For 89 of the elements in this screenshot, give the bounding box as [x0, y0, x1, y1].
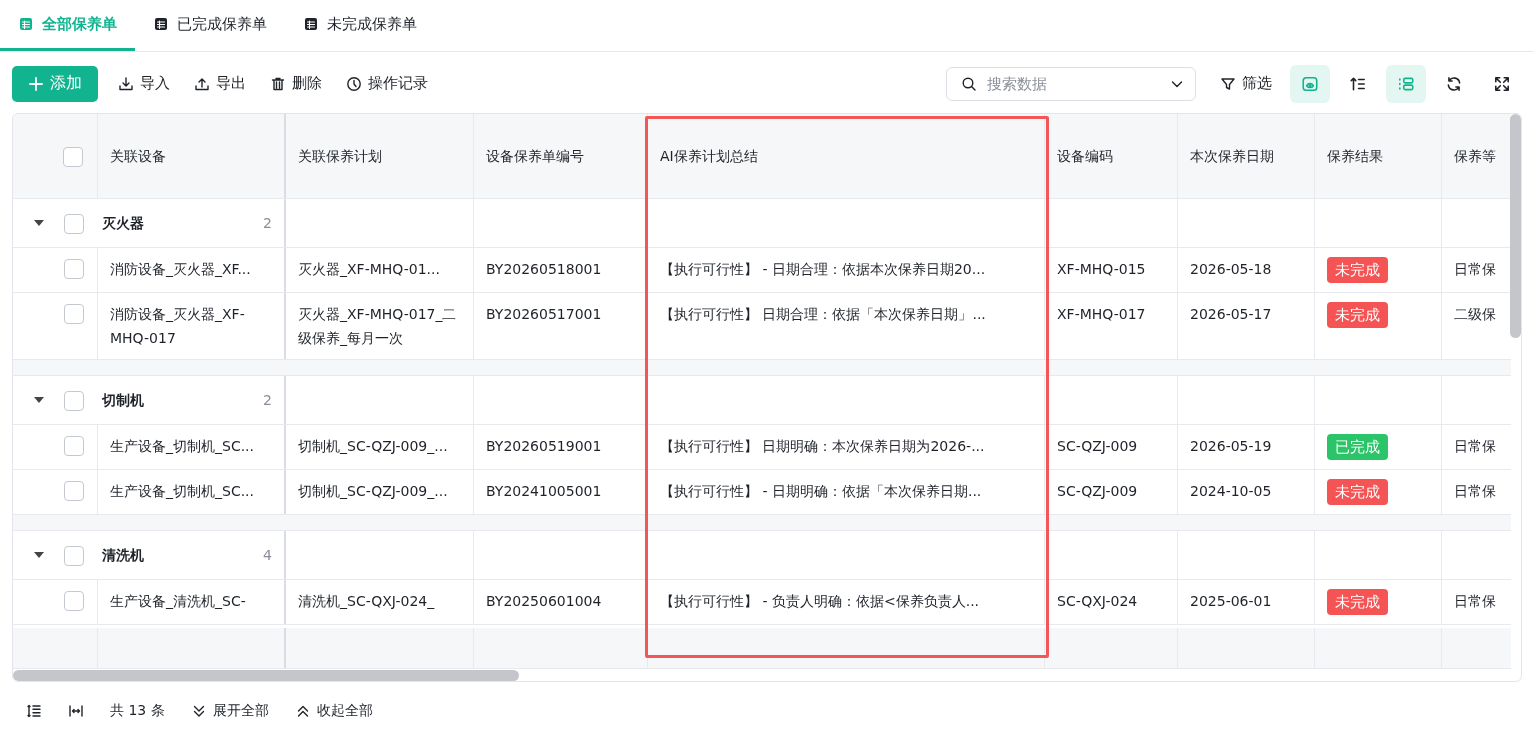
- table-cell: 生产设备_切制机_SC...: [98, 425, 286, 469]
- table-cell: BY20241005001: [474, 470, 648, 514]
- table-cell: 【执行可行性】 日期明确：本次保养日期为2026-...: [648, 425, 1045, 469]
- table-cell: 日常保: [1442, 425, 1511, 469]
- column-header[interactable]: 本次保养日期: [1178, 114, 1315, 198]
- table-cell: BY20250601004: [474, 580, 648, 624]
- table-cell: 【执行可行性】 日期合理：依据「本次保养日期」...: [648, 293, 1045, 359]
- status-badge: 未完成: [1327, 589, 1388, 615]
- table-cell: 2026-05-19: [1178, 425, 1315, 469]
- table-cell: SC-QXJ-024: [1045, 580, 1178, 624]
- collapse-all-button[interactable]: 收起全部: [284, 699, 383, 723]
- search-icon: [961, 75, 977, 92]
- table-cell: 日常保: [1442, 470, 1511, 514]
- trash-icon: [270, 75, 286, 92]
- table-cell: BY20260518001: [474, 248, 648, 292]
- table-cell: 灭火器_XF-MHQ-01...: [286, 248, 474, 292]
- group-button[interactable]: [1386, 64, 1426, 103]
- checkbox[interactable]: [64, 259, 84, 279]
- delete-button[interactable]: 删除: [260, 65, 332, 102]
- history-button[interactable]: 操作记录: [336, 65, 438, 102]
- table-cell: 灭火器_XF-MHQ-017_二级保养_每月一次: [286, 293, 474, 359]
- table-icon: [18, 16, 34, 32]
- table-cell: XF-MHQ-017: [1045, 293, 1178, 359]
- table-cell: SC-QZJ-009: [1045, 470, 1178, 514]
- table-cell: 切制机_SC-QZJ-009_...: [286, 470, 474, 514]
- column-header[interactable]: 关联保养计划: [286, 114, 474, 198]
- row-height-icon: [26, 703, 42, 719]
- column-header[interactable]: 保养等: [1442, 114, 1511, 198]
- status-badge: 未完成: [1327, 479, 1388, 505]
- group-name: 清洗机: [102, 546, 144, 565]
- table-cell: 2024-10-05: [1178, 470, 1315, 514]
- horizontal-scrollbar[interactable]: [13, 670, 519, 681]
- table-cell: 日常保: [1442, 580, 1511, 624]
- table-cell: 清洗机_SC-QXJ-024_: [286, 580, 474, 624]
- table-icon: [153, 16, 169, 32]
- status-badge: 未完成: [1327, 257, 1388, 283]
- group-name: 灭火器: [102, 214, 144, 233]
- table-cell: SC-QZJ-009: [1045, 425, 1178, 469]
- table-cell: BY20260517001: [474, 293, 648, 359]
- column-header[interactable]: 设备保养单编号: [474, 114, 648, 198]
- filter-icon: [1220, 75, 1236, 92]
- vertical-scrollbar[interactable]: [1510, 114, 1521, 338]
- checkbox[interactable]: [63, 147, 83, 167]
- group-name: 切制机: [102, 391, 144, 410]
- table-cell: 2026-05-17: [1178, 293, 1315, 359]
- clock-icon: [346, 75, 362, 92]
- column-width-icon: [68, 703, 84, 719]
- group-count: 2: [263, 214, 272, 233]
- export-button[interactable]: 导出: [184, 65, 256, 102]
- card-view-button[interactable]: [1290, 64, 1330, 103]
- checkbox[interactable]: [64, 546, 84, 566]
- table-cell: 2025-06-01: [1178, 580, 1315, 624]
- checkbox[interactable]: [64, 304, 84, 324]
- table-cell: 【执行可行性】 - 日期明确：依据「本次保养日期...: [648, 470, 1045, 514]
- refresh-icon: [1445, 74, 1463, 93]
- checkbox[interactable]: [64, 481, 84, 501]
- table-cell: 生产设备_清洗机_SC-: [98, 580, 286, 624]
- tab[interactable]: 已完成保养单: [135, 0, 285, 51]
- expand-all-button[interactable]: 展开全部: [180, 699, 279, 723]
- filter-button[interactable]: 筛选: [1210, 65, 1282, 102]
- table-cell: BY20260519001: [474, 425, 648, 469]
- checkbox[interactable]: [64, 214, 84, 234]
- column-header[interactable]: AI保养计划总结: [648, 114, 1045, 198]
- checkbox[interactable]: [64, 591, 84, 611]
- column-header[interactable]: 保养结果: [1315, 114, 1442, 198]
- fullscreen-icon: [1493, 74, 1511, 93]
- status-badge: 已完成: [1327, 434, 1388, 460]
- search-field[interactable]: 搜索数据: [946, 66, 1196, 101]
- upload-icon: [194, 75, 210, 92]
- tab[interactable]: 未完成保养单: [285, 0, 435, 51]
- download-icon: [118, 75, 134, 92]
- table-icon: [303, 16, 319, 32]
- status-badge: 未完成: [1327, 302, 1388, 328]
- table-cell: 【执行可行性】 - 日期合理：依据本次保养日期20...: [648, 248, 1045, 292]
- checkbox[interactable]: [64, 391, 84, 411]
- table-cell: 2026-05-18: [1178, 248, 1315, 292]
- total-count: 共 13 条: [109, 702, 166, 720]
- eye-card-icon: [1301, 74, 1319, 93]
- import-button[interactable]: 导入: [108, 65, 180, 102]
- plus-icon: [28, 75, 44, 92]
- column-header[interactable]: 设备编码: [1045, 114, 1178, 198]
- table-cell: 【执行可行性】 - 负责人明确：依据<保养负责人...: [648, 580, 1045, 624]
- table-cell: XF-MHQ-015: [1045, 248, 1178, 292]
- checkbox[interactable]: [64, 436, 84, 456]
- table-cell: 切制机_SC-QZJ-009_...: [286, 425, 474, 469]
- table-cell: 消防设备_灭火器_XF...: [98, 248, 286, 292]
- column-header[interactable]: 关联设备: [98, 114, 286, 198]
- group-count: 4: [263, 546, 272, 565]
- group-count: 2: [263, 391, 272, 410]
